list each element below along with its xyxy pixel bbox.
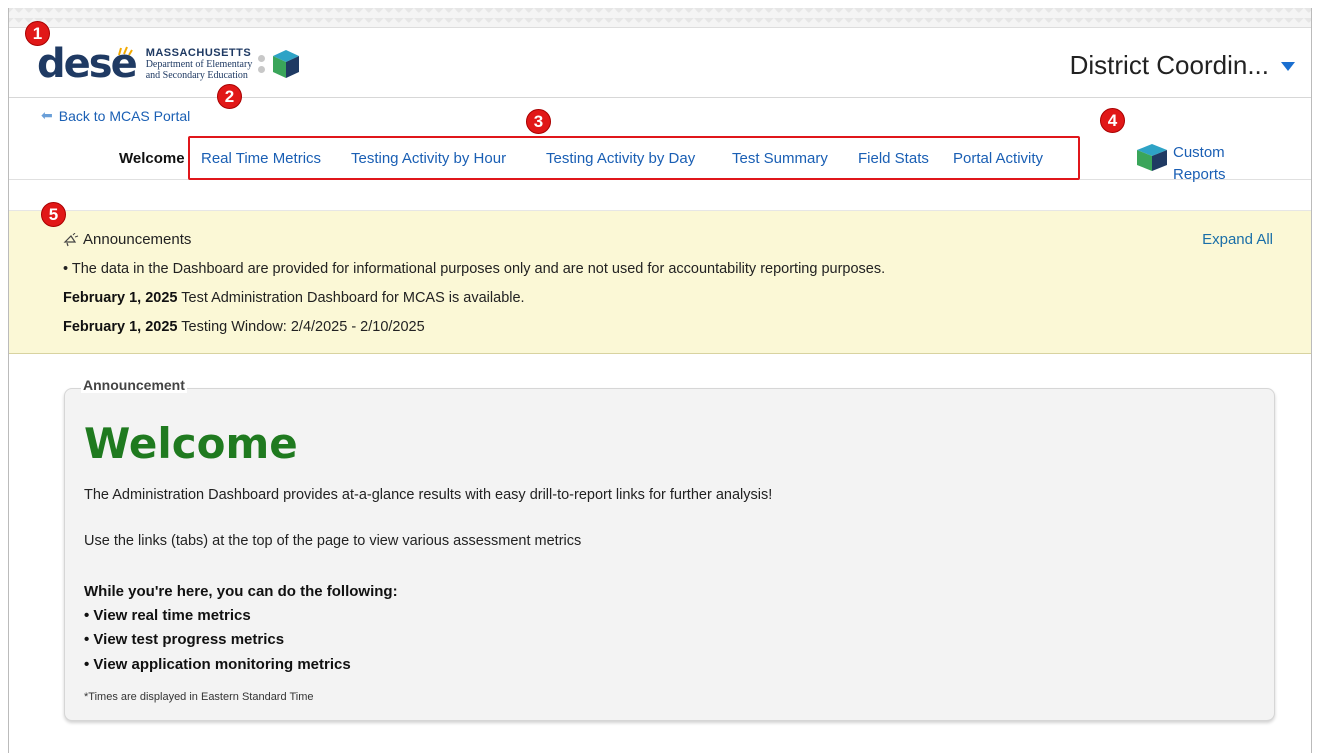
list-item: • View application monitoring metrics [84,656,351,673]
welcome-card: Welcome The Administration Dashboard pro… [64,388,1275,721]
marker-2: 2 [217,84,242,109]
cube-icon [273,50,300,78]
announcement-item: February 1, 2025 Testing Window: 2/4/202… [63,319,425,335]
custom-reports-label: Custom Reports [1173,144,1226,183]
marker-3: 3 [526,109,551,134]
announcement-date: February 1, 2025 [63,290,178,306]
marker-4: 4 [1100,108,1125,133]
logo-dept-2: and Secondary Education [145,69,248,81]
announcement-text: Testing Window: 2/4/2025 - 2/10/2025 [181,319,425,335]
header: dese MASSACHUSETTS Department of Element… [9,28,1311,98]
cube-icon [1137,144,1167,171]
top-decoration [9,8,1311,28]
marker-1: 1 [25,21,50,46]
tab-test-summary[interactable]: Test Summary [732,150,828,167]
user-name: District Coordin... [1069,50,1269,80]
tab-welcome[interactable]: Welcome [119,150,185,167]
spark-icon [118,46,133,56]
user-menu[interactable]: District Coordin... [1070,50,1295,81]
expand-all-link[interactable]: Expand All [1202,231,1273,248]
announcements-title: Announcements [63,231,191,248]
logo-state: MASSACHUSETTS [145,46,252,59]
logo-text: MASSACHUSETTS Department of Elementary a… [145,46,253,81]
announcement-bullet: • The data in the Dashboard are provided… [63,261,886,277]
tab-testing-activity-by-hour[interactable]: Testing Activity by Hour [351,150,506,167]
tab-field-stats[interactable]: Field Stats [858,150,929,167]
welcome-heading: Welcome [84,419,298,468]
announcements-panel: Announcements Expand All • The data in t… [9,211,1311,354]
list-title: While you're here, you can do the follow… [84,583,398,600]
list-item: • View real time metrics [84,607,251,624]
announcement-text: Test Administration Dashboard for MCAS i… [181,290,525,306]
welcome-paragraph-2: Use the links (tabs) at the top of the p… [84,533,582,549]
list-item: • View test progress metrics [84,631,285,648]
tab-portal-activity[interactable]: Portal Activity [953,150,1043,167]
tab-real-time-metrics[interactable]: Real Time Metrics [201,150,321,167]
welcome-paragraph-1: The Administration Dashboard provides at… [84,487,773,503]
announcements-title-text: Announcements [83,231,192,248]
announcement-item: February 1, 2025 Test Administration Das… [63,290,525,306]
custom-reports-link[interactable]: Custom Reports [1135,142,1243,186]
logo-dept-1: Department of Elementary [145,58,253,70]
card-legend: Announcement [81,377,187,393]
spacer [9,181,1311,211]
announcement-date: February 1, 2025 [63,319,178,335]
tab-testing-activity-by-day[interactable]: Testing Activity by Day [546,150,695,167]
chevron-down-icon[interactable] [1281,62,1295,71]
marker-5: 5 [41,202,66,227]
megaphone-icon [63,232,79,246]
dese-logo[interactable]: dese MASSACHUSETTS Department of Element… [37,44,301,84]
logo-separator [258,55,266,73]
timezone-note: *Times are displayed in Eastern Standard… [84,691,314,703]
